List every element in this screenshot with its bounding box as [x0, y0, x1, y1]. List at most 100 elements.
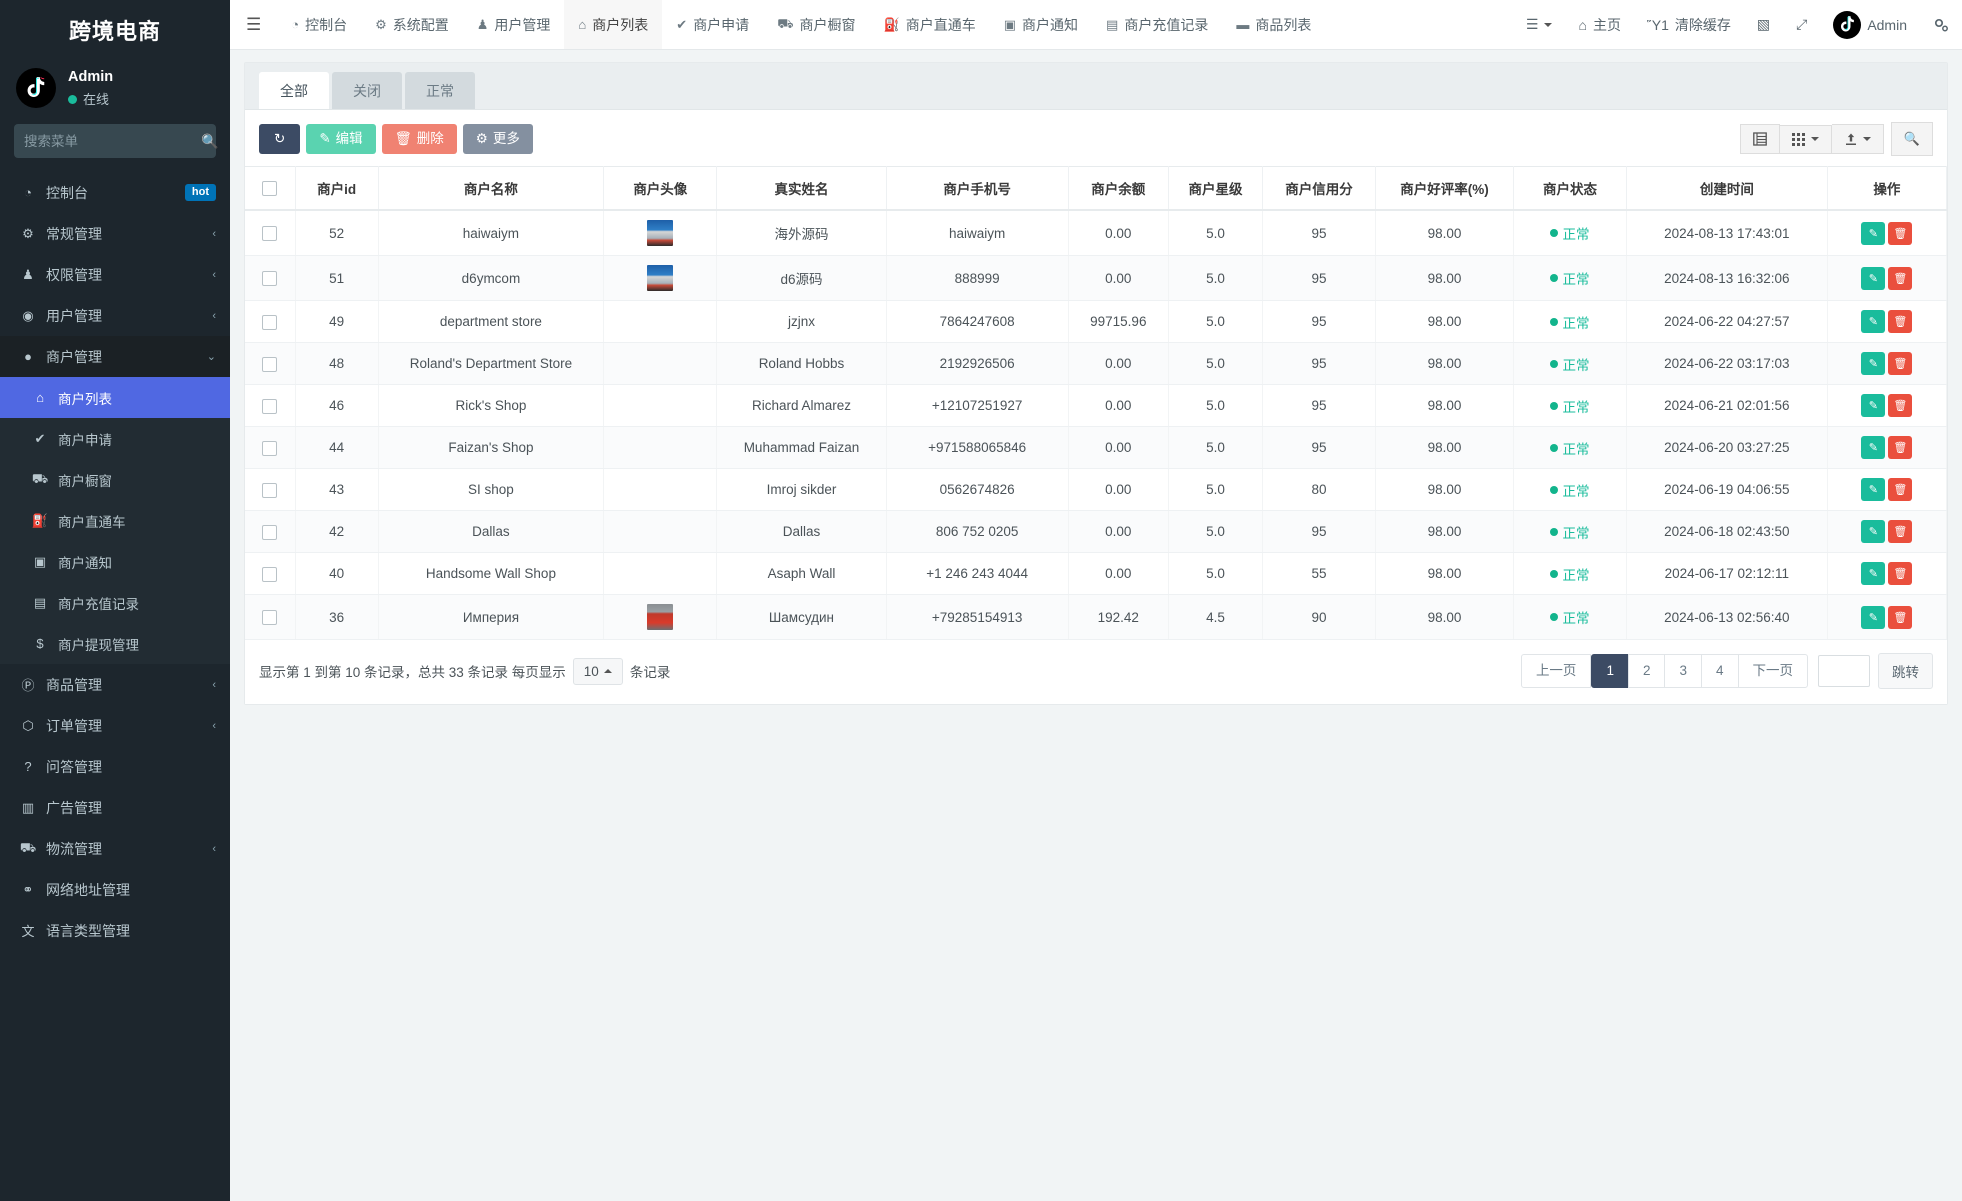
pagination-next[interactable]: 下一页	[1737, 654, 1808, 688]
topbar-nav-item-5[interactable]: ⛟ 商户橱窗	[763, 0, 869, 49]
row-edit-button[interactable]: ✎	[1861, 478, 1886, 502]
delete-button[interactable]: 🗑 删除	[381, 124, 457, 155]
merchant-avatar-image[interactable]	[647, 604, 674, 631]
row-checkbox[interactable]	[262, 440, 278, 456]
hamburger-icon[interactable]: ☰	[230, 0, 277, 49]
page-jump-input[interactable]	[1818, 655, 1870, 688]
select-all-header[interactable]	[245, 166, 296, 212]
row-edit-button[interactable]: ✎	[1861, 266, 1886, 290]
row-edit-button[interactable]: ✎	[1861, 605, 1886, 629]
table-row[interactable]: 44 Faizan's Shop Muhammad Faizan +971588065…	[245, 426, 1948, 470]
topbar-right-item-0[interactable]: ☰	[1513, 0, 1566, 49]
pagination-page-1[interactable]: 1	[1591, 654, 1629, 688]
row-delete-button[interactable]: 🗑	[1888, 520, 1913, 544]
sidebar-item-5[interactable]: ⌂ 商户列表	[0, 377, 230, 419]
topbar-nav-item-7[interactable]: ▣ 商户通知	[990, 0, 1092, 49]
sidebar-item-18[interactable]: 文语言类型管理	[0, 910, 230, 951]
row-checkbox[interactable]	[262, 566, 278, 582]
row-checkbox[interactable]	[262, 524, 278, 540]
sidebar-item-13[interactable]: ⬡ 订单管理 ‹	[0, 705, 230, 746]
select-all-checkbox[interactable]	[262, 181, 278, 197]
sidebar-item-0[interactable]: ◔ 控制台 hot	[0, 172, 230, 213]
settings-gears-icon[interactable]	[1920, 0, 1962, 49]
tab-0[interactable]: 全部	[259, 72, 329, 109]
search-input[interactable]	[24, 133, 201, 149]
merchant-avatar-image[interactable]	[647, 265, 674, 292]
export-button[interactable]	[1831, 124, 1884, 155]
row-select-cell[interactable]	[245, 210, 296, 257]
sidebar-item-8[interactable]: ⛽ 商户直通车	[0, 500, 230, 542]
pagination-prev[interactable]: 上一页	[1520, 654, 1592, 688]
sidebar-item-4[interactable]: ● 商户管理 ⌄	[0, 336, 230, 378]
sidebar-item-17[interactable]: ⚭ 网络地址管理	[0, 869, 230, 910]
page-size-select[interactable]: 10	[572, 657, 623, 685]
row-edit-button[interactable]: ✎	[1861, 562, 1886, 586]
edit-button[interactable]: ✎ 编辑	[306, 124, 376, 155]
row-select-cell[interactable]	[245, 300, 296, 344]
topbar-nav-item-1[interactable]: ⚙ 系统配置	[361, 0, 463, 49]
row-select-cell[interactable]	[245, 510, 296, 554]
sidebar-item-1[interactable]: ⚙ 常规管理 ‹	[0, 213, 230, 254]
sidebar-item-11[interactable]: $ 商户提现管理	[0, 623, 230, 665]
row-edit-button[interactable]: ✎	[1861, 520, 1886, 544]
table-row[interactable]: 36 Империя Шамсудин +79285154913 192.42 4.5 90…	[245, 594, 1948, 641]
tab-1[interactable]: 关闭	[332, 72, 402, 109]
topbar-right-item-3[interactable]: ▧	[1744, 0, 1783, 49]
merchant-avatar-image[interactable]	[647, 220, 674, 247]
row-edit-button[interactable]: ✎	[1861, 221, 1886, 245]
row-checkbox[interactable]	[262, 356, 278, 372]
table-row[interactable]: 48 Roland's Department Store Roland Hobbs 2…	[245, 342, 1948, 386]
table-row[interactable]: 42 Dallas Dallas 806 752 0205 0.00 5.0 95 98.00…	[245, 510, 1948, 554]
pagination-page-4[interactable]: 4	[1700, 654, 1739, 688]
search-toggle-button[interactable]: 🔍	[1890, 122, 1933, 157]
row-select-cell[interactable]	[245, 594, 296, 641]
row-checkbox[interactable]	[262, 482, 278, 498]
row-select-cell[interactable]	[245, 255, 296, 302]
row-delete-button[interactable]: 🗑	[1888, 221, 1913, 245]
tab-2[interactable]: 正常	[405, 72, 475, 109]
row-delete-button[interactable]: 🗑	[1888, 562, 1913, 586]
account-menu[interactable]: Admin	[1820, 0, 1920, 49]
search-icon[interactable]: 🔍	[201, 133, 218, 150]
row-delete-button[interactable]: 🗑	[1888, 605, 1913, 629]
row-select-cell[interactable]	[245, 342, 296, 386]
row-select-cell[interactable]	[245, 426, 296, 470]
row-edit-button[interactable]: ✎	[1861, 310, 1886, 334]
row-select-cell[interactable]	[245, 468, 296, 512]
topbar-nav-item-6[interactable]: ⛽ 商户直通车	[870, 0, 990, 49]
row-checkbox[interactable]	[262, 226, 278, 242]
row-delete-button[interactable]: 🗑	[1888, 266, 1913, 290]
topbar-right-item-2[interactable]: Ὕ1 清除缓存	[1634, 0, 1744, 49]
topbar-nav-item-2[interactable]: ♟ 用户管理	[463, 0, 565, 49]
row-delete-button[interactable]: 🗑	[1888, 478, 1913, 502]
row-delete-button[interactable]: 🗑	[1888, 310, 1913, 334]
topbar-nav-item-3[interactable]: ⌂ 商户列表	[564, 0, 663, 49]
sidebar-item-7[interactable]: ⛟ 商户橱窗	[0, 459, 230, 501]
topbar-nav-item-0[interactable]: ◔ 控制台	[277, 0, 361, 49]
sidebar-item-12[interactable]: Ⓟ 商品管理 ‹	[0, 664, 230, 705]
row-edit-button[interactable]: ✎	[1861, 394, 1886, 418]
table-row[interactable]: 49 department store jzjnx 7864247608 99715.9…	[245, 300, 1948, 344]
topbar-right-item-4[interactable]: ⤢	[1783, 0, 1820, 49]
page-jump-button[interactable]: 跳转	[1878, 653, 1933, 690]
topbar-nav-item-8[interactable]: ▤ 商户充值记录	[1092, 0, 1222, 49]
menu-search-box[interactable]: 🔍	[14, 124, 218, 159]
sidebar-item-3[interactable]: ◉ 用户管理 ‹	[0, 295, 230, 336]
topbar-nav-item-4[interactable]: ✔ 商户申请	[662, 0, 763, 49]
row-edit-button[interactable]: ✎	[1861, 436, 1886, 460]
row-checkbox[interactable]	[262, 314, 278, 330]
row-delete-button[interactable]: 🗑	[1888, 352, 1913, 376]
row-select-cell[interactable]	[245, 552, 296, 596]
table-row[interactable]: 52 haiwaiym 海外源码 haiwaiym 0.00 5.0 95 98.00 正常 20…	[245, 210, 1948, 257]
topbar-nav-item-9[interactable]: ▬ 商品列表	[1222, 0, 1325, 49]
table-row[interactable]: 40 Handsome Wall Shop Asaph Wall +1 246 243…	[245, 552, 1948, 596]
row-edit-button[interactable]: ✎	[1861, 352, 1886, 376]
table-row[interactable]: 51 d6ymcom d6源码 888999 0.00 5.0 95 98.00 正常 2024-…	[245, 255, 1948, 302]
row-checkbox[interactable]	[262, 398, 278, 414]
refresh-button[interactable]: ↻	[259, 124, 301, 155]
pagination-page-2[interactable]: 2	[1627, 654, 1666, 688]
table-row[interactable]: 46 Rick's Shop Richard Almarez +12107251927…	[245, 384, 1948, 428]
row-delete-button[interactable]: 🗑	[1888, 394, 1913, 418]
table-row[interactable]: 43 SI shop Imroj sikder 0562674826 0.00 5.0 80…	[245, 468, 1948, 512]
pagination-page-3[interactable]: 3	[1664, 654, 1702, 688]
